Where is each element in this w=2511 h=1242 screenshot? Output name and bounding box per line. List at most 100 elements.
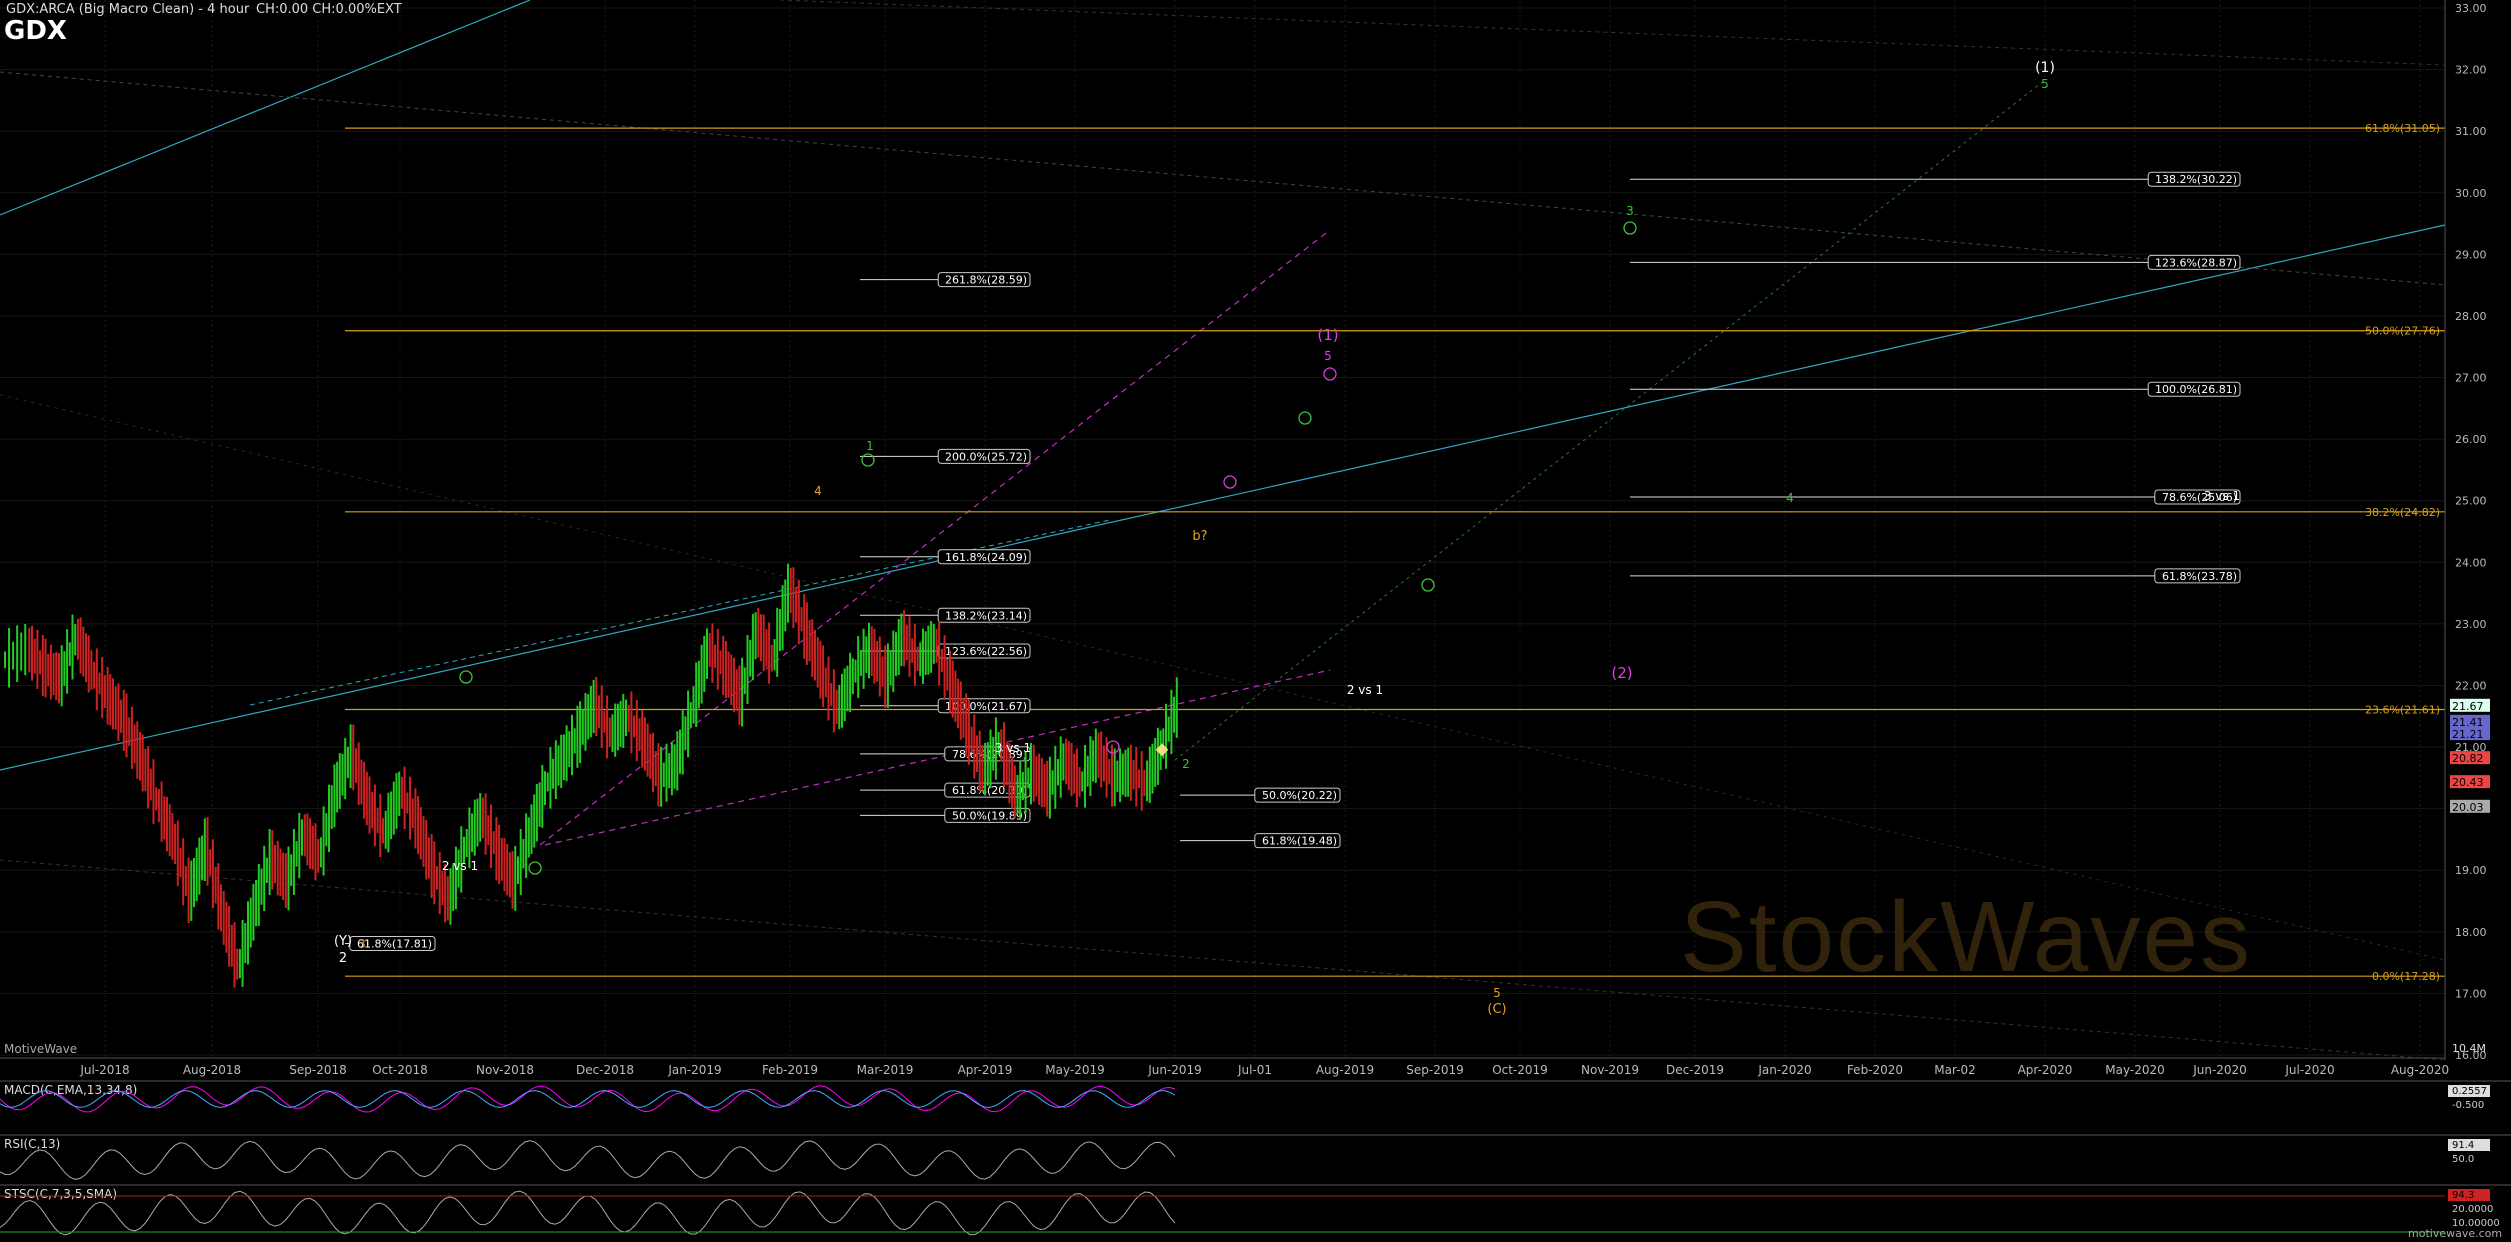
fib-white-label: 50.0%(20.22) (1262, 789, 1337, 802)
indicator-name: RSI(C,13) (4, 1137, 60, 1151)
time-tick: Oct-2019 (1492, 1063, 1548, 1077)
watermark: StockWaves (1680, 881, 2253, 993)
price-tick: 18.00 (2455, 926, 2487, 939)
price-tick: 28.00 (2455, 310, 2487, 323)
source-label: MotiveWave (4, 1042, 78, 1056)
time-tick: Jul-2020 (2284, 1063, 2334, 1077)
fib-white-label: 138.2%(30.22) (2155, 173, 2237, 186)
time-tick: Sep-2018 (289, 1063, 347, 1077)
time-tick: Feb-2019 (762, 1063, 818, 1077)
fib-white-label: 261.8%(28.59) (945, 274, 1027, 287)
chart-canvas: 61.8%(31.05) 50.0%(27.76) 38.2%(24.82) 23.6… (0, 0, 2511, 1236)
time-tick: Apr-2020 (2018, 1063, 2073, 1077)
indicator-value: 0.2557 (2452, 1086, 2487, 1097)
price-bars (4, 563, 1178, 988)
current-price-label: 20.82 (2452, 752, 2484, 765)
wave-label: 1 (866, 439, 874, 453)
price-axis-bg (2445, 0, 2511, 1060)
wave-label: 2 vs 1 (1347, 683, 1383, 697)
wave-label: 2 vs 1 (442, 859, 478, 873)
time-tick: Jul-01 (1237, 1063, 1272, 1077)
wave-label: 3 (1626, 204, 1634, 218)
grey-channel-line (779, 0, 2446, 66)
wave-circle-marker (1623, 221, 1637, 235)
time-tick: May-2020 (2105, 1063, 2164, 1077)
price-tick: 26.00 (2455, 433, 2487, 446)
footer-brand: motivewave.com (2408, 1227, 2503, 1240)
price-tick: 19.00 (2455, 864, 2487, 877)
time-tick: Aug-2019 (1316, 1063, 1374, 1077)
current-price-label: 20.03 (2452, 801, 2484, 814)
change-line: CH:0.00 CH:0.00%EXT (256, 2, 402, 17)
time-tick: Aug-2018 (183, 1063, 241, 1077)
grey-channel-line (0, 394, 2446, 961)
wave-circle-marker (1223, 475, 1237, 489)
wave-circle-marker (528, 861, 542, 875)
fib-gold-label: 50.0%(27.76) (2365, 325, 2440, 338)
current-price-label: 21.21 (2452, 728, 2484, 741)
wave-label: 3 vs 1 (2204, 489, 2240, 503)
fib-white-label: 61.8%(19.48) (1262, 835, 1337, 848)
fib-white-label: 123.6%(28.87) (2155, 256, 2237, 269)
fib-white-label: 200.0%(25.72) (945, 450, 1027, 463)
time-tick: Aug-2020 (2391, 1063, 2449, 1077)
wave-circle-marker (861, 453, 875, 467)
time-tick: Apr-2019 (958, 1063, 1013, 1077)
time-tick: Dec-2018 (576, 1063, 634, 1077)
indicator-name: STSC(C,7,3,5,SMA) (4, 1187, 117, 1201)
wave-circle-marker (459, 670, 473, 684)
fib-white-label: 123.6%(22.56) (945, 645, 1027, 658)
time-tick: Oct-2018 (372, 1063, 428, 1077)
wave-label: (Y) (334, 934, 352, 949)
grey-channel-line (0, 71, 2446, 286)
wave-circle-marker (1298, 411, 1312, 425)
wave-labels: (1)53(1)514b?(2)2 vs 13 vs 13 vs 12 vs 1… (334, 60, 2240, 1017)
indicator-value: 91.4 (2452, 1140, 2474, 1151)
price-tick: 30.00 (2455, 187, 2487, 200)
indicator-value: 94.3 (2452, 1190, 2474, 1201)
fib-levels: 61.8%(31.05) 50.0%(27.76) 38.2%(24.82) 23.6… (345, 122, 2445, 983)
wave-label: 2 (1182, 757, 1190, 771)
wave-circle-marker (1323, 367, 1337, 381)
time-tick: Feb-2020 (1847, 1063, 1903, 1077)
current-price-label: 20.43 (2452, 776, 2484, 789)
wave-label: 4 (1786, 491, 1794, 505)
fib-white-label: 100.0%(26.81) (2155, 383, 2237, 396)
indicator-panels: MACD(C,EMA,13,34,8) 0.2557 -0.500 RSI(C,13)… (0, 1080, 2511, 1236)
price-tick: 31.00 (2455, 125, 2487, 138)
indicator-line (0, 1140, 1176, 1180)
time-tick: Jan-2020 (1757, 1063, 1811, 1077)
magenta-trendline (544, 669, 1331, 846)
time-tick: Jul-2018 (79, 1063, 129, 1077)
price-tick: 23.00 (2455, 618, 2487, 631)
wave-label: 5 (1493, 986, 1501, 1000)
wave-label: (1) (2035, 60, 2055, 76)
time-tick: Dec-2019 (1666, 1063, 1724, 1077)
time-tick: Jan-2019 (667, 1063, 721, 1077)
wave-label: 2 (339, 951, 347, 966)
wave-label: (2) (1611, 664, 1632, 682)
price-tick: 29.00 (2455, 248, 2487, 261)
time-tick: Sep-2019 (1406, 1063, 1464, 1077)
volume-label: 10.4M (2452, 1042, 2486, 1055)
wave-circle-marker (1421, 578, 1435, 592)
macd-signal-line (0, 1090, 1176, 1108)
wave-label: (C) (1487, 1002, 1506, 1017)
time-tick: Mar-2019 (857, 1063, 914, 1077)
fib-white-label: 138.2%(23.14) (945, 609, 1027, 622)
indicator-value: 50.0 (2452, 1154, 2474, 1165)
price-tick: 17.00 (2455, 987, 2487, 1000)
fib-white-label: 161.8%(24.09) (945, 551, 1027, 564)
fib-white-label: 61.8%(17.81) (357, 938, 432, 951)
time-tick: Mar-02 (1934, 1063, 1975, 1077)
symbol-line: GDX:ARCA (Big Macro Clean) - 4 hour (6, 2, 250, 17)
indicator-value: 20.0000 (2452, 1204, 2493, 1215)
time-tick: Nov-2019 (1581, 1063, 1639, 1077)
price-tick: 22.00 (2455, 679, 2487, 692)
ticker-title: GDX (4, 16, 67, 46)
wave-label: b? (1192, 529, 1207, 544)
fib-gold-label: 38.2%(24.82) (2365, 506, 2440, 519)
price-tick: 27.00 (2455, 372, 2487, 385)
fib-white-label: 61.8%(23.78) (2162, 570, 2237, 583)
time-tick: May-2019 (1045, 1063, 1104, 1077)
